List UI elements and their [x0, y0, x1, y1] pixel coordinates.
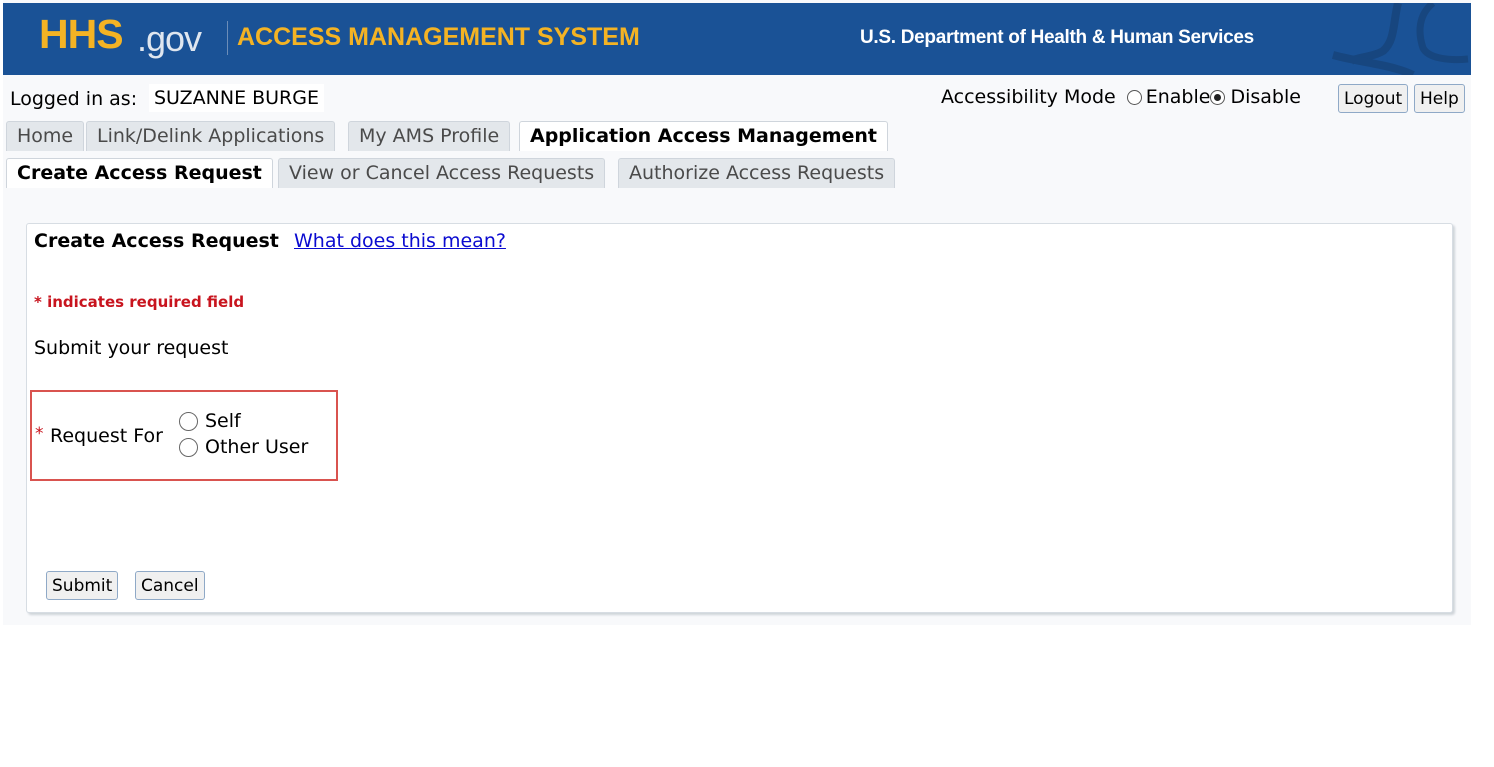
- app-title: ACCESS MANAGEMENT SYSTEM: [237, 23, 640, 51]
- hhs-logo-suffix: .gov: [137, 18, 202, 59]
- panel-title: Create Access Request: [34, 230, 279, 252]
- subtab-view-or-cancel-access-requests[interactable]: View or Cancel Access Requests: [278, 158, 606, 188]
- request-for-self-option[interactable]: Self: [179, 410, 241, 432]
- accessibility-mode-control: Accessibility Mode Enable Disable: [941, 86, 1301, 108]
- accessibility-mode-label: Accessibility Mode: [941, 86, 1116, 108]
- cancel-button[interactable]: Cancel: [135, 571, 205, 600]
- create-access-request-panel: Create Access Request What does this mea…: [26, 223, 1453, 613]
- request-for-other-user-label[interactable]: Other User: [205, 436, 308, 458]
- request-for-self-radio[interactable]: [179, 411, 198, 431]
- request-for-other-user-option[interactable]: Other User: [179, 436, 308, 458]
- accessibility-disable-radio[interactable]: [1210, 89, 1226, 105]
- tab-home[interactable]: Home: [6, 121, 85, 151]
- request-for-other-user-radio[interactable]: [179, 437, 198, 457]
- what-does-this-mean-link[interactable]: What does this mean?: [294, 230, 506, 252]
- logged-in-user-name: SUZANNE BURGE: [149, 84, 324, 112]
- page-background: HHS .gov ACCESS MANAGEMENT SYSTEM U.S. D…: [3, 0, 1471, 625]
- submit-button[interactable]: Submit: [46, 571, 119, 600]
- accessibility-disable-label[interactable]: Disable: [1230, 86, 1300, 108]
- accessibility-enable-label[interactable]: Enable: [1146, 86, 1211, 108]
- header-banner: HHS .gov ACCESS MANAGEMENT SYSTEM U.S. D…: [3, 3, 1471, 75]
- section-heading: Submit your request: [34, 337, 229, 359]
- request-for-field: * Request For Self Other User: [30, 390, 338, 481]
- request-for-label: Request For: [50, 425, 163, 447]
- subtab-authorize-access-requests[interactable]: Authorize Access Requests: [618, 158, 896, 188]
- help-button[interactable]: Help: [1414, 84, 1465, 113]
- tab-my-ams-profile[interactable]: My AMS Profile: [348, 121, 511, 151]
- accessibility-enable-radio[interactable]: [1126, 89, 1142, 105]
- subtab-create-access-request[interactable]: Create Access Request: [6, 158, 273, 188]
- required-asterisk: *: [35, 424, 44, 444]
- logged-in-label: Logged in as:: [10, 88, 138, 110]
- logo-divider: [227, 21, 228, 55]
- department-title: U.S. Department of Health & Human Servic…: [860, 27, 1254, 48]
- required-field-note: * indicates required field: [34, 293, 245, 311]
- hhs-logo-text: HHS: [39, 11, 124, 57]
- request-for-self-label[interactable]: Self: [205, 410, 241, 432]
- tab-application-access-management[interactable]: Application Access Management: [519, 121, 889, 151]
- logout-button[interactable]: Logout: [1338, 84, 1409, 113]
- tab-link-delink-applications[interactable]: Link/Delink Applications: [86, 121, 336, 151]
- hhs-eagle-watermark-icon: [1331, 3, 1469, 75]
